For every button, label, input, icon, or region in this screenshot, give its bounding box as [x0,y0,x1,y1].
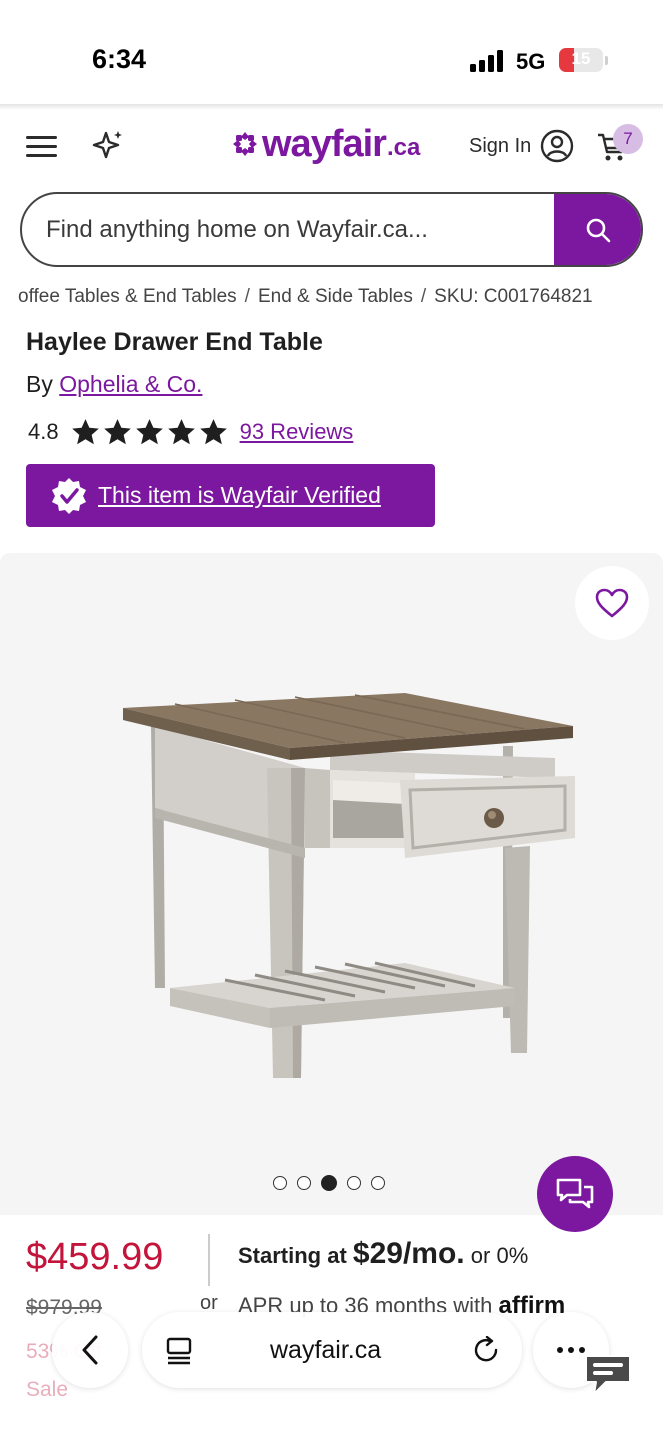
logo-mark-icon [233,132,257,156]
search-input[interactable] [46,194,546,265]
star-icon [103,419,131,445]
verified-label: This item is Wayfair Verified [98,482,381,508]
account-icon[interactable] [540,129,574,163]
search-bar [20,192,643,267]
favorite-button[interactable] [575,566,649,640]
more-icon-dot [568,1347,574,1353]
breadcrumb: offee Tables & End Tables / End & Side Tab… [18,286,658,308]
heart-icon [595,588,629,618]
image-carousel-dots [273,1175,385,1191]
wayfair-logo[interactable]: wayfair .ca [232,122,421,165]
product-title: Haylee Drawer End Table [26,328,323,356]
brand-link[interactable]: Ophelia & Co. [59,371,202,397]
logo-text: wayfair [262,122,387,165]
rating-value: 4.8 [28,419,59,444]
url-text: wayfair.ca [270,1336,382,1364]
carousel-dot[interactable] [273,1176,287,1190]
breadcrumb-item-end-side-tables[interactable]: End & Side Tables [258,286,413,307]
breadcrumb-item-coffee-end-tables[interactable]: offee Tables & End Tables [18,286,237,307]
carousel-dot[interactable] [297,1176,311,1190]
back-button[interactable] [52,1312,128,1388]
signal-icon [470,50,506,72]
battery-level: 15 [571,49,591,68]
logo-tld: .ca [386,134,421,161]
brand-prefix: By [26,371,53,397]
chevron-left-icon [82,1335,98,1365]
address-bar[interactable]: wayfair.ca [142,1312,522,1388]
carousel-dot-active[interactable] [321,1175,337,1191]
sign-in-link[interactable]: Sign In [469,135,531,158]
hamburger-icon[interactable] [26,136,57,158]
financing-suffix: or 0% [470,1243,529,1268]
star-icon [71,419,99,445]
star-icon [135,419,163,445]
browser-toolbar: wayfair.ca [0,1306,663,1440]
reviews-link[interactable]: 93 Reviews [240,419,354,445]
status-bar: 6:34 5G 15 [0,0,663,106]
sparkle-icon[interactable] [92,129,124,163]
search-button[interactable] [554,194,641,265]
chat-button[interactable] [537,1156,613,1232]
financing-amount: $29/mo. [352,1237,465,1270]
financing-offer[interactable]: Starting at $29/mo. or 0% [238,1237,528,1271]
cart-count-badge[interactable]: 7 [613,124,643,154]
more-icon-dot [557,1347,563,1353]
product-image[interactable] [115,688,580,1083]
tabs-icon [166,1337,192,1365]
star-icon [199,419,227,445]
wayfair-verified-button[interactable]: This item is Wayfair Verified [26,464,435,527]
star-icon [167,419,195,445]
price-divider [208,1234,210,1286]
star-rating [71,418,228,446]
site-header: wayfair .ca Sign In 7 [0,110,663,182]
brand-line: By Ophelia & Co. [26,371,202,398]
battery-cap [605,56,608,65]
network-label: 5G [516,49,546,74]
breadcrumb-separator: / [420,286,427,307]
chat-icon [556,1178,594,1209]
sale-price: $459.99 [26,1236,164,1278]
breadcrumb-sku: SKU: C001764821 [434,286,593,307]
status-time: 6:34 [92,44,147,74]
search-icon [586,218,610,242]
verified-badge-icon [52,477,86,514]
carousel-dot[interactable] [347,1176,361,1190]
carousel-dot[interactable] [371,1176,385,1190]
rating-row: 4.8 93 Reviews [28,415,353,449]
financing-prefix: Starting at [238,1243,347,1268]
reload-icon[interactable] [472,1336,500,1364]
battery-icon: 15 [559,48,603,72]
breadcrumb-separator: / [244,286,250,307]
feedback-icon[interactable] [582,1352,634,1398]
